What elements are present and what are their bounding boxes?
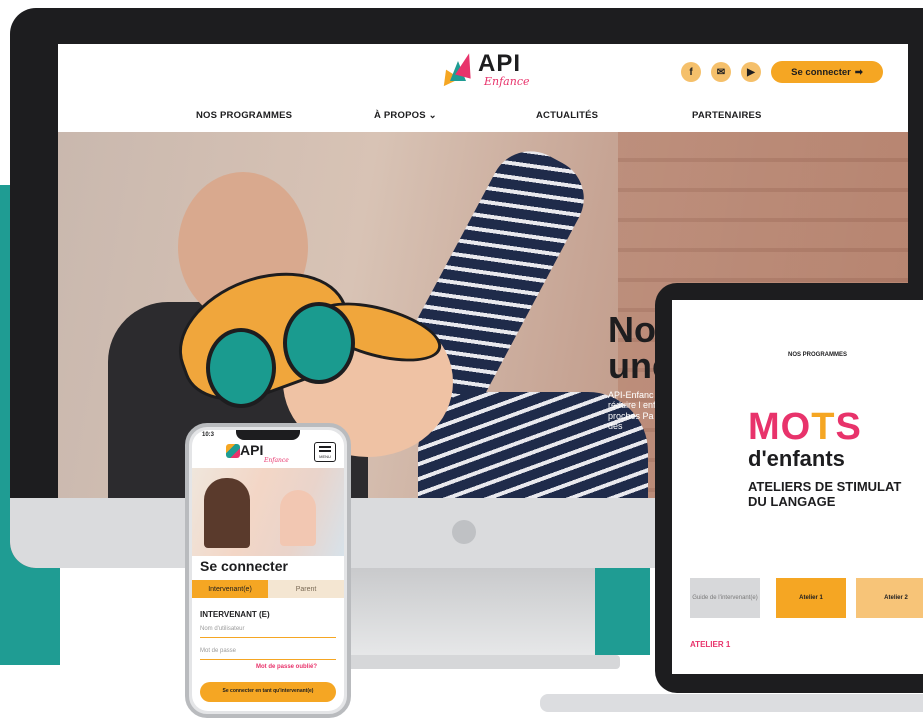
logo-text: API — [478, 50, 522, 77]
site-logo[interactable]: API Enfance — [437, 50, 530, 88]
login-role-heading: INTERVENANT (E) — [200, 610, 270, 619]
menu-label: MENU — [319, 453, 331, 459]
chevron-down-icon: ⌄ — [428, 110, 437, 121]
phone-hero-image — [192, 468, 344, 556]
apple-logo-icon — [452, 520, 476, 544]
tablet-heading: ATELIERS DE STIMULAT DU LANGAGE — [748, 479, 902, 509]
tablet-base — [540, 694, 923, 712]
tab-guide[interactable]: Guide de l'intervenant(e) — [690, 578, 760, 618]
logo-mark-icon — [437, 51, 477, 87]
nav-item-a-propos-label: À PROPOS — [374, 110, 426, 121]
tablet-screen: NOS PROGRAMMES MOTS d'enfants ATELIERS D… — [672, 300, 923, 674]
nav-item-actualites[interactable]: ACTUALITÉS — [536, 110, 598, 121]
nav-item-programmes[interactable]: NOS PROGRAMMES — [196, 110, 292, 121]
phone-notch — [236, 430, 300, 440]
password-input[interactable]: Mot de passe — [200, 646, 336, 660]
phone-logo-mark-icon — [226, 444, 240, 458]
facebook-icon[interactable]: f — [681, 62, 701, 82]
nav-item-partenaires[interactable]: PARTENAIRES — [692, 110, 762, 121]
login-arrow-icon: ➡ — [854, 66, 863, 78]
tab-parent[interactable]: Parent — [268, 580, 344, 598]
login-tabs: Intervenant(e) Parent — [192, 580, 344, 598]
tab-atelier-1[interactable]: Atelier 1 — [776, 578, 846, 618]
nav-item-a-propos[interactable]: À PROPOS ⌄ — [374, 110, 437, 121]
phone-logo-text[interactable]: API — [240, 442, 263, 458]
monitor-stand — [350, 568, 595, 663]
phone-screen: 10:3 API Enfance MENU Se connecter Inter… — [192, 430, 344, 711]
login-title: Se connecter — [200, 558, 288, 574]
youtube-icon[interactable]: ▶ — [741, 62, 761, 82]
main-nav: NOS PROGRAMMES À PROPOS ⌄ ACTUALITÉS PAR… — [58, 106, 908, 128]
username-input[interactable]: Nom d'utilisateur — [200, 624, 336, 638]
tablet-title: MOTS — [748, 406, 862, 448]
tab-intervenant[interactable]: Intervenant(e) — [192, 580, 268, 598]
tablet-subtitle: d'enfants — [748, 446, 845, 471]
social-links: f ✉ ▶ — [681, 62, 761, 82]
menu-button[interactable]: MENU — [314, 442, 336, 462]
forgot-password-link[interactable]: Mot de passe oublié? — [256, 664, 317, 670]
connect-button-label: Se connecter — [791, 66, 851, 78]
tab-atelier-2[interactable]: Atelier 2 — [856, 578, 923, 618]
connect-button[interactable]: Se connecter ➡ — [771, 61, 883, 83]
tablet-nav-programmes[interactable]: NOS PROGRAMMES — [788, 352, 847, 358]
monitor-foot — [320, 655, 620, 669]
email-icon[interactable]: ✉ — [711, 62, 731, 82]
phone-logo-subtitle: Enfance — [264, 457, 289, 464]
login-submit-button[interactable]: Se connecter en tant qu'intervenant(e) — [200, 682, 336, 702]
phone-time: 10:3 — [202, 432, 215, 438]
logo-subtitle: Enfance — [484, 75, 530, 88]
section-title: ATELIER 1 — [690, 640, 731, 649]
